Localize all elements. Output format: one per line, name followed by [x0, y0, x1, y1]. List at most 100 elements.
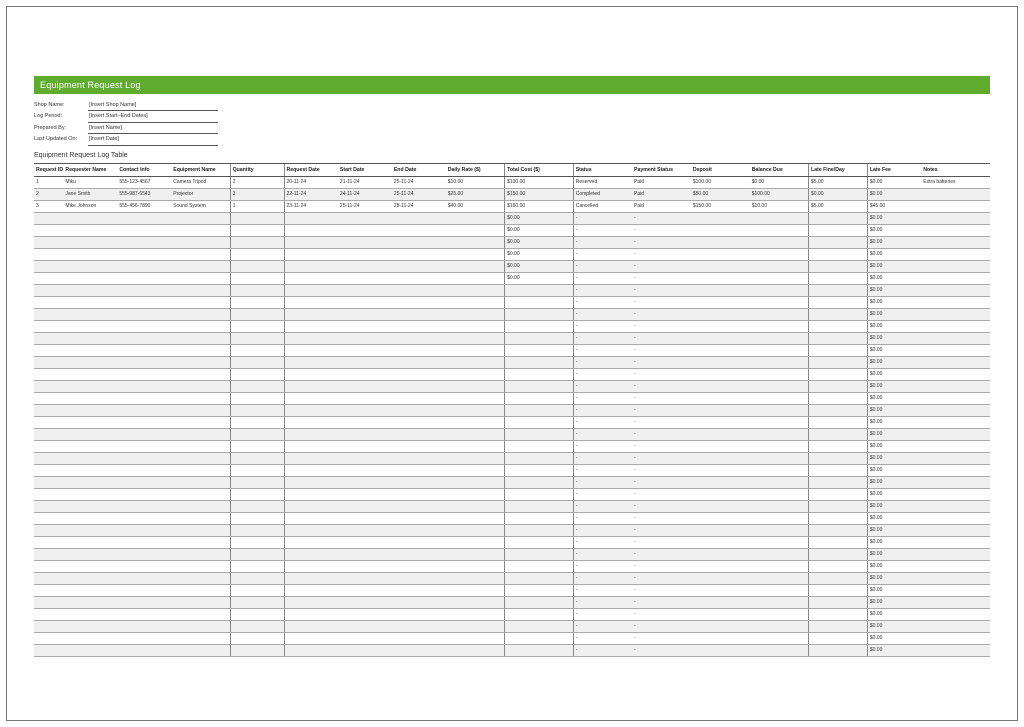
cell-latefee: $0.00	[867, 464, 921, 476]
cell-requester	[63, 260, 117, 272]
cell-edate	[392, 332, 446, 344]
cell-contact	[117, 452, 171, 464]
cell-requester	[63, 560, 117, 572]
cell-id	[34, 416, 63, 428]
cell-equip	[171, 620, 230, 632]
cell-status: -	[573, 512, 632, 524]
cell-notes	[921, 476, 990, 488]
cell-lpd	[809, 344, 868, 356]
cell-balance	[750, 320, 809, 332]
cell-notes	[921, 440, 990, 452]
cell-id	[34, 452, 63, 464]
cell-paystat: -	[632, 572, 691, 584]
cell-sdate	[338, 272, 392, 284]
cell-qty	[230, 632, 284, 644]
cell-id	[34, 572, 63, 584]
cell-requester	[63, 632, 117, 644]
cell-deposit	[691, 440, 750, 452]
cell-rdate	[284, 284, 338, 296]
cell-balance	[750, 212, 809, 224]
meta-block: Shop Name: [Insert Shop Name] Log Period…	[34, 100, 990, 146]
cell-rate	[446, 248, 505, 260]
cell-notes	[921, 392, 990, 404]
cell-paystat: Paid	[632, 176, 691, 188]
cell-status: -	[573, 404, 632, 416]
cell-id	[34, 524, 63, 536]
cell-requester: Jane Smith	[63, 188, 117, 200]
cell-notes	[921, 584, 990, 596]
cell-sdate	[338, 452, 392, 464]
cell-edate	[392, 620, 446, 632]
cell-contact: 555-123-4567	[117, 176, 171, 188]
cell-total	[505, 608, 574, 620]
cell-qty	[230, 344, 284, 356]
cell-requester	[63, 512, 117, 524]
cell-balance	[750, 596, 809, 608]
cell-total	[505, 428, 574, 440]
cell-contact	[117, 476, 171, 488]
col-latefee: Late Fee	[867, 163, 921, 176]
cell-rdate: 20-11-24	[284, 176, 338, 188]
cell-requester	[63, 608, 117, 620]
cell-requester	[63, 644, 117, 656]
cell-contact	[117, 356, 171, 368]
cell-requester	[63, 212, 117, 224]
cell-balance	[750, 236, 809, 248]
table-row: $0.00--$0.00	[34, 212, 990, 224]
cell-sdate: 25-11-24	[338, 200, 392, 212]
cell-qty	[230, 548, 284, 560]
cell-sdate	[338, 224, 392, 236]
cell-sdate	[338, 344, 392, 356]
cell-edate	[392, 284, 446, 296]
cell-total: $0.00	[505, 212, 574, 224]
cell-latefee: $0.00	[867, 404, 921, 416]
col-qty: Quantity	[230, 163, 284, 176]
cell-contact	[117, 500, 171, 512]
cell-sdate	[338, 236, 392, 248]
cell-rdate	[284, 548, 338, 560]
cell-balance	[750, 476, 809, 488]
table-row: --$0.00	[34, 440, 990, 452]
table-row: --$0.00	[34, 428, 990, 440]
cell-qty	[230, 272, 284, 284]
cell-latefee: $0.00	[867, 188, 921, 200]
cell-contact	[117, 368, 171, 380]
cell-lpd	[809, 440, 868, 452]
cell-deposit	[691, 464, 750, 476]
cell-contact	[117, 404, 171, 416]
cell-lpd	[809, 392, 868, 404]
cell-deposit	[691, 392, 750, 404]
cell-paystat: -	[632, 380, 691, 392]
cell-contact	[117, 236, 171, 248]
cell-rate	[446, 212, 505, 224]
cell-sdate	[338, 320, 392, 332]
cell-requester	[63, 392, 117, 404]
cell-balance	[750, 308, 809, 320]
cell-requester	[63, 272, 117, 284]
cell-rdate	[284, 452, 338, 464]
cell-id	[34, 440, 63, 452]
cell-edate	[392, 644, 446, 656]
meta-row-shop: Shop Name: [Insert Shop Name]	[34, 100, 990, 111]
cell-id: 3	[34, 200, 63, 212]
cell-status: -	[573, 344, 632, 356]
cell-lpd	[809, 488, 868, 500]
cell-rate	[446, 332, 505, 344]
cell-rate	[446, 284, 505, 296]
cell-rate	[446, 464, 505, 476]
cell-contact	[117, 320, 171, 332]
cell-total	[505, 524, 574, 536]
cell-qty	[230, 236, 284, 248]
cell-id	[34, 296, 63, 308]
cell-balance	[750, 224, 809, 236]
cell-total	[505, 320, 574, 332]
cell-sdate	[338, 476, 392, 488]
cell-total	[505, 452, 574, 464]
cell-id	[34, 476, 63, 488]
table-row: $0.00--$0.00	[34, 272, 990, 284]
cell-status: -	[573, 524, 632, 536]
cell-qty: 1	[230, 200, 284, 212]
cell-equip	[171, 368, 230, 380]
cell-paystat: -	[632, 500, 691, 512]
cell-total	[505, 500, 574, 512]
